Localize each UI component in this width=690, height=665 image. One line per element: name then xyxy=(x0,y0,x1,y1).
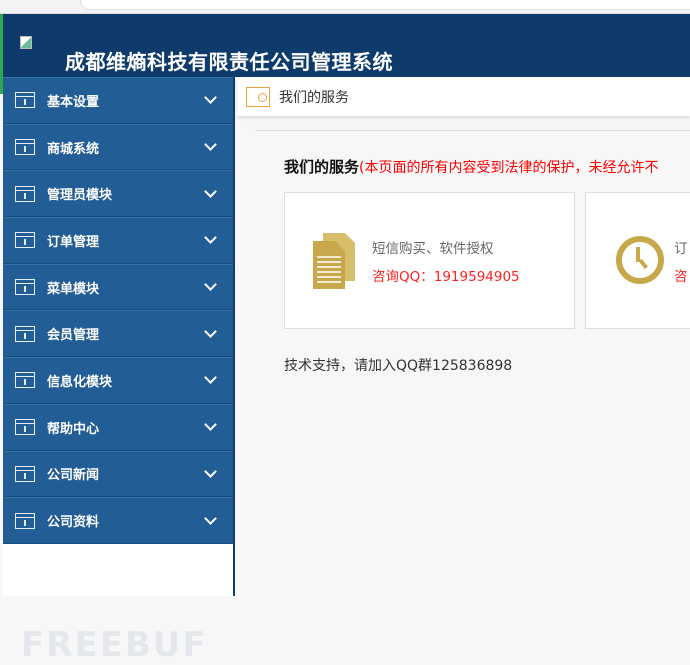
sidebar-item-label: 公司新闻 xyxy=(47,468,100,484)
window-icon xyxy=(15,232,35,249)
sidebar-item[interactable]: 订单管理 xyxy=(3,217,233,264)
chevron-down-icon[interactable] xyxy=(204,138,217,151)
sidebar-item-label: 帮助中心 xyxy=(47,421,100,437)
card-title: 短信购买、软件授权 xyxy=(372,241,494,257)
sidebar-item[interactable]: 公司新闻 xyxy=(3,450,233,498)
sidebar-item-label: 会员管理 xyxy=(47,328,100,344)
document-icon xyxy=(313,233,355,289)
sidebar-item[interactable]: 商城系统 xyxy=(3,123,233,171)
sidebar-item-label: 基本设置 xyxy=(47,94,100,110)
sidebar-item[interactable]: 基本设置 xyxy=(3,77,233,124)
sidebar-item[interactable]: 公司资料 xyxy=(3,497,233,544)
window-icon xyxy=(15,92,35,109)
browser-toolbar xyxy=(0,0,690,14)
chevron-down-icon[interactable] xyxy=(204,231,217,245)
divider xyxy=(255,130,690,131)
card-contact: 咨询QQ：1919594905 xyxy=(372,269,520,285)
tab-our-services[interactable]: 我们的服务 xyxy=(279,87,349,107)
sidebar-item[interactable]: 会员管理 xyxy=(3,310,233,358)
sidebar-item-label: 公司资料 xyxy=(47,515,100,531)
tab-bar: 我们的服务 xyxy=(237,77,690,116)
chevron-down-icon[interactable] xyxy=(204,91,217,105)
window-icon xyxy=(15,512,35,529)
app-title: 成都维熵科技有限责任公司管理系统 xyxy=(65,50,393,74)
window-icon xyxy=(15,372,35,389)
window-icon xyxy=(15,465,35,482)
chevron-down-icon[interactable] xyxy=(204,418,217,432)
legal-notice: (本页面的所有内容受到法律的保护，未经允许不 xyxy=(359,160,659,176)
window-icon xyxy=(15,279,35,296)
sidebar-item[interactable]: 帮助中心 xyxy=(3,403,233,451)
app-header: 成都维熵科技有限责任公司管理系统 xyxy=(0,14,690,77)
sidebar-item-label: 菜单模块 xyxy=(47,281,100,297)
sidebar-item[interactable]: 管理员模块 xyxy=(3,170,233,218)
service-card-sms[interactable]: 短信购买、软件授权 咨询QQ：1919594905 xyxy=(284,192,575,329)
sidebar-item-label: 信息化模块 xyxy=(47,374,113,390)
window-icon xyxy=(15,419,35,436)
logo-image xyxy=(20,36,32,49)
chevron-down-icon[interactable] xyxy=(204,464,217,478)
browser-search-icon xyxy=(246,86,270,107)
window-icon xyxy=(15,185,35,202)
sidebar-item[interactable]: 信息化模块 xyxy=(3,357,233,404)
support-text: 技术支持，请加入QQ群125836898 xyxy=(284,358,513,374)
card-contact: 咨 xyxy=(674,269,688,285)
chevron-down-icon[interactable] xyxy=(204,324,217,338)
address-bar[interactable] xyxy=(80,0,690,10)
service-card-order[interactable]: 订 咨 xyxy=(585,192,690,329)
sidebar-item-label: 管理员模块 xyxy=(47,188,113,204)
window-icon xyxy=(15,325,35,342)
section-title: 我们的服务 xyxy=(284,158,360,176)
card-title: 订 xyxy=(674,241,688,257)
window-icon xyxy=(15,139,35,156)
chevron-down-icon[interactable] xyxy=(204,511,217,525)
sidebar-item[interactable]: 菜单模块 xyxy=(3,263,233,311)
clock-icon xyxy=(616,236,664,284)
watermark: FREEBUF xyxy=(21,625,208,665)
sidebar-item-label: 商城系统 xyxy=(47,141,100,157)
chevron-down-icon[interactable] xyxy=(204,184,217,198)
sidebar: 基本设置商城系统管理员模块订单管理菜单模块会员管理信息化模块帮助中心公司新闻公司… xyxy=(3,77,235,665)
section-heading: 我们的服务(本页面的所有内容受到法律的保护，未经允许不 xyxy=(284,156,658,177)
sidebar-item-label: 订单管理 xyxy=(47,234,100,250)
chevron-down-icon[interactable] xyxy=(204,278,217,291)
chevron-down-icon[interactable] xyxy=(204,371,217,385)
